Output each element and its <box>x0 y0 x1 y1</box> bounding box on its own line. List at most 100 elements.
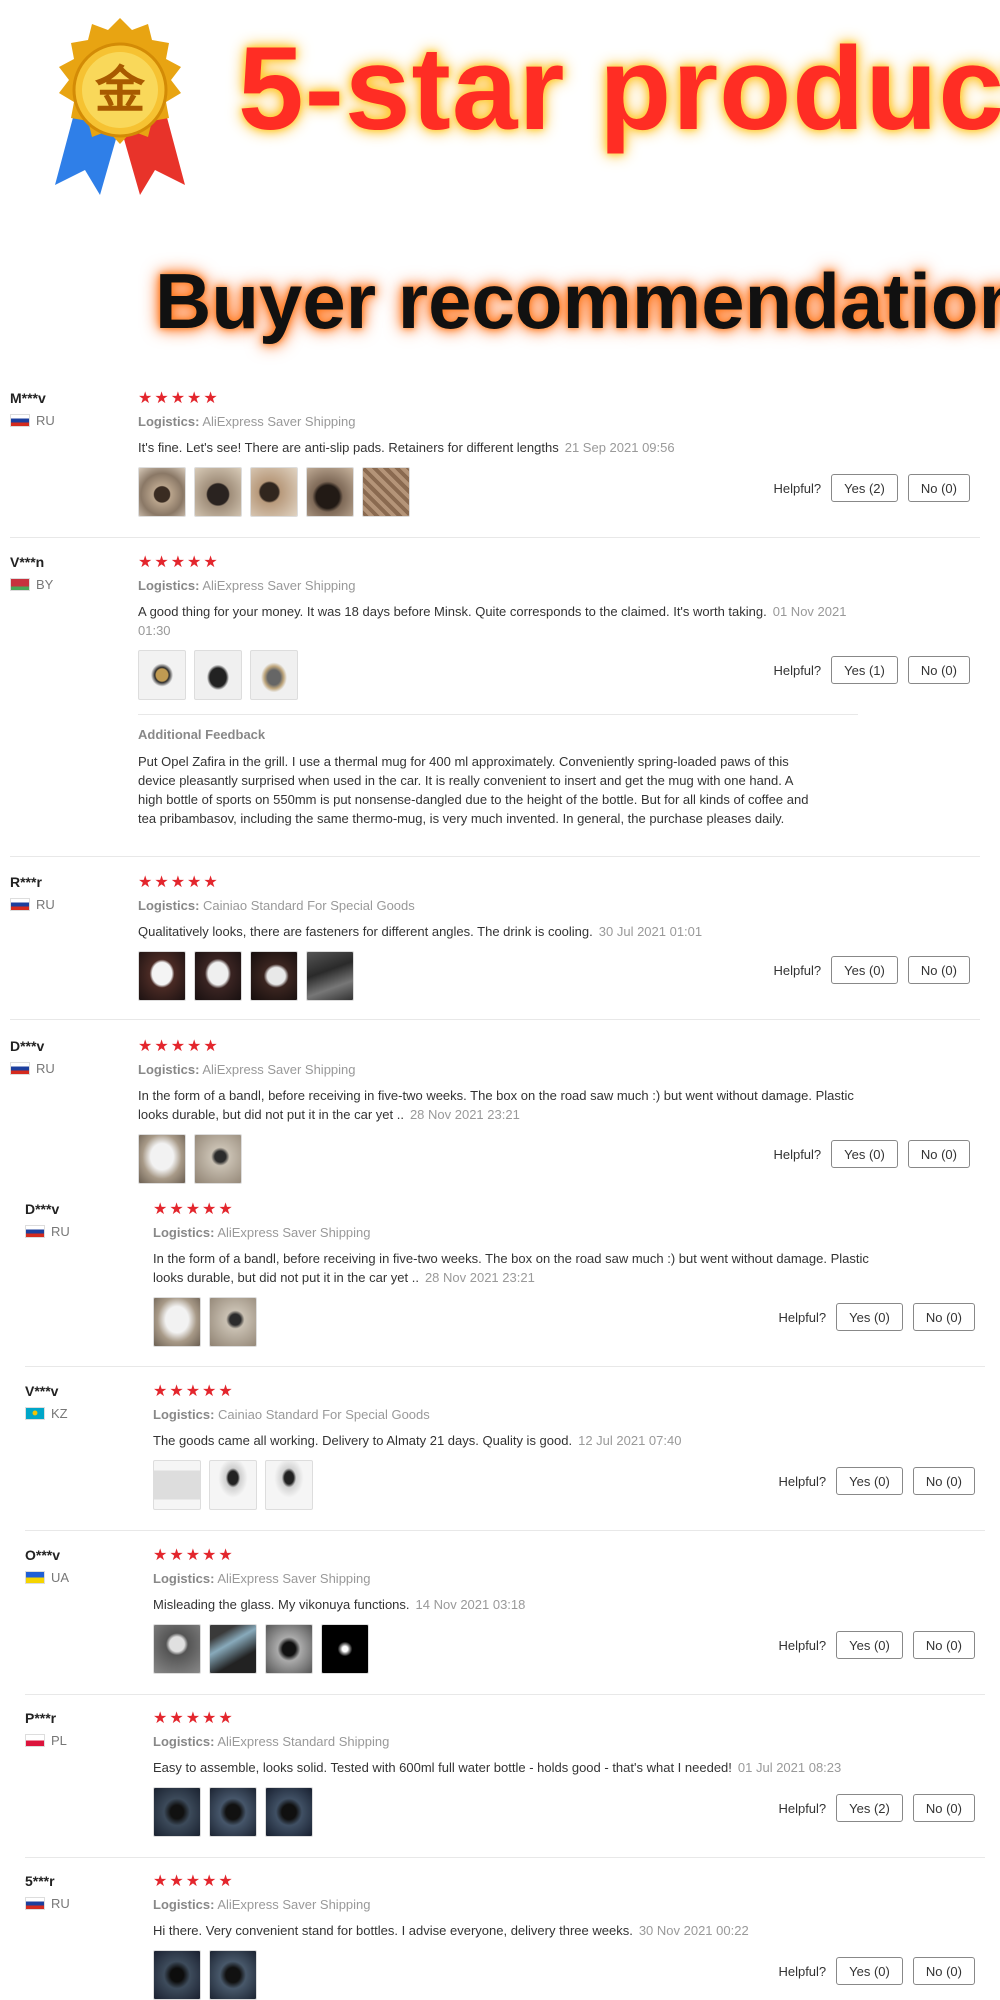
buyer-name: D***v <box>25 1201 60 1217</box>
review-photo[interactable] <box>362 467 410 517</box>
helpful-no-button[interactable]: No (0) <box>912 1303 975 1331</box>
helpful-yes-button[interactable]: Yes (0) <box>836 1631 903 1659</box>
headline: 5-star product <box>238 23 1000 155</box>
review-photo[interactable] <box>138 1134 186 1184</box>
logistics-info: Logistics: Cainiao Standard For Special … <box>153 1407 430 1422</box>
helpful-no-button[interactable]: No (0) <box>907 656 970 684</box>
helpful-no-button[interactable]: No (0) <box>912 1794 975 1822</box>
helpful-no-button[interactable]: No (0) <box>907 1140 970 1168</box>
star-rating: ★★★★★ <box>153 1383 235 1400</box>
review-content: ★★★★★ Logistics: AliExpress Saver Shippi… <box>138 552 858 828</box>
helpful-no-button[interactable]: No (0) <box>912 1957 975 1985</box>
review-photo[interactable] <box>153 1624 201 1674</box>
review-photo[interactable] <box>138 951 186 1001</box>
review-photo[interactable] <box>153 1297 201 1347</box>
helpful-label: Helpful? <box>778 1473 827 1489</box>
buyer-info: V***n BY <box>10 552 130 592</box>
review-photo[interactable] <box>209 1297 257 1347</box>
review-photo[interactable] <box>209 1460 257 1510</box>
review-photo[interactable] <box>250 467 298 517</box>
buyer-country: PL <box>25 1733 145 1748</box>
helpful-votes: Helpful? Yes (1) No (0) <box>773 656 970 684</box>
country-code: KZ <box>51 1406 68 1421</box>
review-photo[interactable] <box>194 467 242 517</box>
review-photo[interactable] <box>265 1624 313 1674</box>
gold-medal-icon: 金 <box>55 18 185 195</box>
review-photos <box>153 1297 873 1347</box>
helpful-votes: Helpful? Yes (0) No (0) <box>778 1467 975 1495</box>
additional-feedback-text: Put Opel Zafira in the grill. I use a th… <box>138 754 809 826</box>
review-photos <box>138 951 858 1001</box>
logistics-info: Logistics: AliExpress Standard Shipping <box>153 1734 390 1749</box>
russia-flag-icon <box>10 1062 30 1075</box>
review-photo[interactable] <box>209 1624 257 1674</box>
review-photo[interactable] <box>265 1787 313 1837</box>
review-photo[interactable] <box>138 650 186 700</box>
country-code: RU <box>36 897 55 912</box>
review-photo[interactable] <box>250 951 298 1001</box>
review-date: 21 Sep 2021 09:56 <box>564 440 675 455</box>
review-photos <box>153 1787 873 1837</box>
buyer-country: UA <box>25 1570 145 1585</box>
helpful-yes-button[interactable]: Yes (2) <box>831 474 898 502</box>
additional-feedback-title: Additional Feedback <box>138 727 266 742</box>
review-photo[interactable] <box>153 1787 201 1837</box>
star-rating: ★★★★★ <box>153 1547 235 1564</box>
review-item: V***v KZ ★★★★★ Logistics: Cainiao Standa… <box>25 1381 985 1531</box>
buyer-info: D***v RU <box>10 1036 130 1076</box>
review-photo[interactable] <box>194 650 242 700</box>
medal-glyph: 金 <box>95 61 146 119</box>
review-text: A good thing for your money. It was 18 d… <box>138 604 847 638</box>
buyer-country: RU <box>25 1896 145 1911</box>
helpful-yes-button[interactable]: Yes (2) <box>836 1794 903 1822</box>
helpful-yes-button[interactable]: Yes (0) <box>836 1957 903 1985</box>
review-photo[interactable] <box>194 1134 242 1184</box>
buyer-country: RU <box>25 1224 145 1239</box>
review-content: ★★★★★ Logistics: AliExpress Standard Shi… <box>153 1708 873 1837</box>
star-rating: ★★★★★ <box>138 1038 220 1055</box>
review-photo[interactable] <box>209 1950 257 2000</box>
russia-flag-icon <box>10 898 30 911</box>
review-photo[interactable] <box>138 467 186 517</box>
review-text: It's fine. Let's see! There are anti-sli… <box>138 440 675 455</box>
helpful-label: Helpful? <box>778 1800 827 1816</box>
helpful-label: Helpful? <box>773 962 822 978</box>
helpful-yes-button[interactable]: Yes (1) <box>831 656 898 684</box>
helpful-no-button[interactable]: No (0) <box>912 1631 975 1659</box>
logistics-info: Logistics: Cainiao Standard For Special … <box>138 898 415 913</box>
helpful-label: Helpful? <box>773 480 822 496</box>
helpful-yes-button[interactable]: Yes (0) <box>831 956 898 984</box>
buyer-country: RU <box>10 1061 130 1076</box>
review-content: ★★★★★ Logistics: Cainiao Standard For Sp… <box>153 1381 873 1510</box>
review-content: ★★★★★ Logistics: AliExpress Saver Shippi… <box>138 388 858 517</box>
review-photo[interactable] <box>209 1787 257 1837</box>
review-photo[interactable] <box>306 951 354 1001</box>
russia-flag-icon <box>25 1225 45 1238</box>
review-photo[interactable] <box>321 1624 369 1674</box>
helpful-no-button[interactable]: No (0) <box>912 1467 975 1495</box>
review-photos <box>138 650 858 700</box>
review-photos <box>153 1624 873 1674</box>
review-content: ★★★★★ Logistics: Cainiao Standard For Sp… <box>138 872 858 1001</box>
review-photo[interactable] <box>194 951 242 1001</box>
review-photo[interactable] <box>306 467 354 517</box>
review-photos <box>153 1460 873 1510</box>
review-item: V***n BY ★★★★★ Logistics: AliExpress Sav… <box>10 552 980 857</box>
helpful-no-button[interactable]: No (0) <box>907 474 970 502</box>
review-item: D***v RU ★★★★★ Logistics: AliExpress Sav… <box>25 1199 985 1367</box>
helpful-votes: Helpful? Yes (0) No (0) <box>773 956 970 984</box>
logistics-info: Logistics: AliExpress Saver Shipping <box>138 414 356 429</box>
review-photo[interactable] <box>265 1460 313 1510</box>
buyer-name: P***r <box>25 1710 57 1726</box>
helpful-yes-button[interactable]: Yes (0) <box>836 1303 903 1331</box>
helpful-yes-button[interactable]: Yes (0) <box>831 1140 898 1168</box>
review-photo[interactable] <box>153 1460 201 1510</box>
helpful-label: Helpful? <box>778 1637 827 1653</box>
helpful-yes-button[interactable]: Yes (0) <box>836 1467 903 1495</box>
helpful-no-button[interactable]: No (0) <box>907 956 970 984</box>
review-photo[interactable] <box>250 650 298 700</box>
buyer-name: D***v <box>10 1038 45 1054</box>
review-photo[interactable] <box>153 1950 201 2000</box>
helpful-label: Helpful? <box>778 1309 827 1325</box>
review-item: O***v UA ★★★★★ Logistics: AliExpress Sav… <box>25 1545 985 1695</box>
